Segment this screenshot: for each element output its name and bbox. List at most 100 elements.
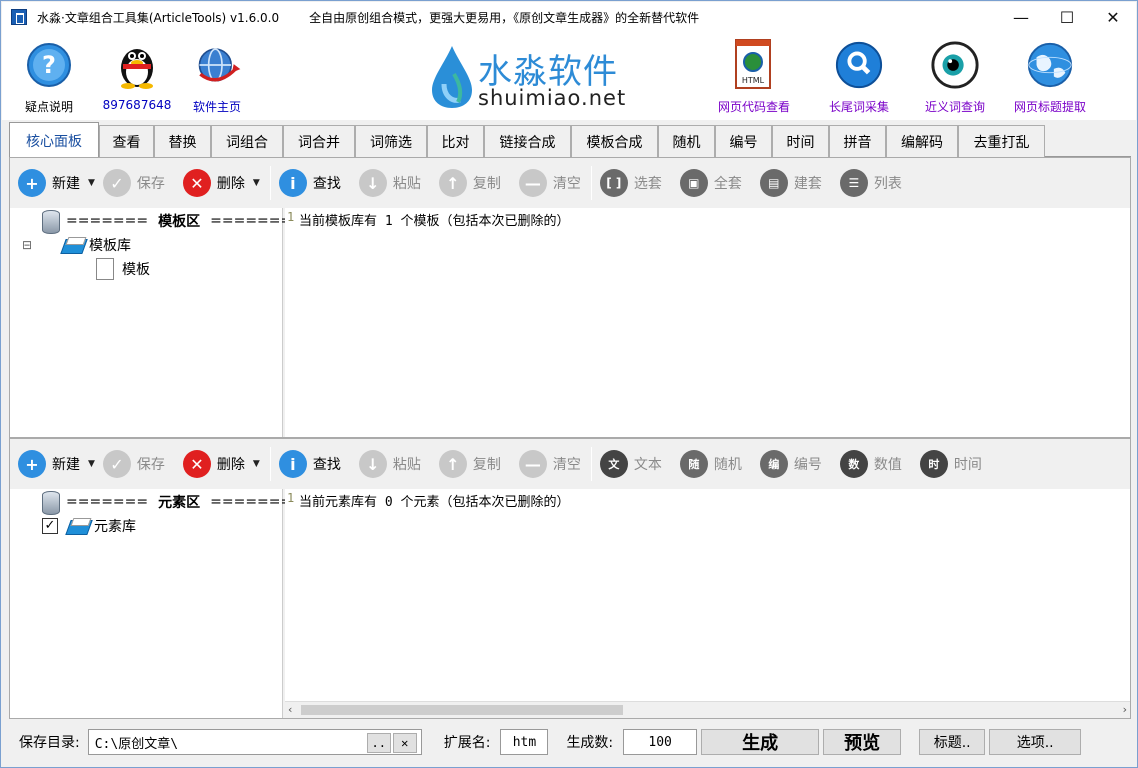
homepage-tool[interactable]: 软件主页 [172,38,262,115]
insert-number-button[interactable]: 编 编号 [759,448,822,480]
tab-word-combine[interactable]: 词组合 [211,125,283,157]
ext-label: 扩展名: [443,735,491,751]
element-library-checkbox[interactable]: ✓ [42,518,58,534]
generate-button[interactable]: 生成 [701,729,820,755]
insert-random-button[interactable]: 随 随机 [679,448,742,480]
tab-random[interactable]: 随机 [658,125,715,157]
arrow-up-icon: ↑ [438,450,467,478]
find-button[interactable]: i 查找 [278,167,341,199]
tab-view[interactable]: 查看 [99,125,154,157]
qq-penguin-icon [112,38,162,92]
count-input[interactable]: 100 [623,729,698,755]
longtail-tool[interactable]: 长尾词采集 [814,38,904,115]
select-set-button[interactable]: [ ] 选套 [599,167,662,199]
list-label: 列表 [873,176,902,192]
insert-value-button[interactable]: 数 数值 [839,448,902,480]
horizontal-scrollbar[interactable]: ‹ › [285,701,1130,718]
paste-button[interactable]: ↓ 粘贴 [358,448,421,480]
all-set-button[interactable]: ▣ 全套 [679,167,742,199]
tab-word-filter[interactable]: 词筛选 [355,125,427,157]
close-button[interactable]: ✕ [1090,2,1136,32]
template-editor[interactable]: 1 当前模板库有 1 个模板（包括本次已删除的） [285,208,1130,437]
tree-node-template[interactable]: 模板 [96,258,150,280]
random-icon: 随 [679,450,708,478]
new-template-button[interactable]: + 新建 ▼ [18,167,95,199]
build-set-icon: ▤ [759,169,788,197]
brand-logo: 水淼软件 shuimiao.net [430,42,630,112]
minimize-button[interactable]: — [998,2,1044,32]
info-icon: i [278,450,307,478]
help-tool[interactable]: ? 疑点说明 [4,38,94,115]
insert-time-button[interactable]: 时 时间 [919,448,982,480]
title-extract-tool[interactable]: 网页标题提取 [1005,38,1095,115]
save-element-button[interactable]: ✓ 保存 [102,448,165,480]
tab-link-synthesis[interactable]: 链接合成 [484,125,571,157]
header-toolbar: ? 疑点说明 897687648 软件主页 水淼软件 shuimiao.net [2,32,1136,120]
file-icon [96,258,114,280]
tab-compare[interactable]: 比对 [427,125,484,157]
tree-node-template-library[interactable]: ⊟ 模板库 [22,235,131,255]
clear-button[interactable]: — 清空 [518,167,581,199]
title-extract-label: 网页标题提取 [1013,100,1086,114]
synonym-tool[interactable]: 近义词查询 [910,38,1000,115]
chevron-down-icon[interactable]: ▼ [88,459,95,469]
delete-x-icon: ✕ [182,450,211,478]
template-library-label: 模板库 [89,238,131,254]
tab-time[interactable]: 时间 [772,125,829,157]
options-button[interactable]: 选项.. [989,729,1082,755]
chevron-down-icon[interactable]: ▼ [253,459,260,469]
text-label: 文本 [633,457,662,473]
tab-pinyin[interactable]: 拼音 [829,125,886,157]
list-button[interactable]: ☰ 列表 [839,167,902,199]
new-element-button[interactable]: + 新建 ▼ [18,448,95,480]
html-file-icon: HTML [729,38,779,92]
homepage-label: 软件主页 [192,100,241,114]
delete-label: 删除 [216,457,245,473]
chevron-down-icon[interactable]: ▼ [88,178,95,188]
water-drop-icon [432,46,472,108]
logo-en: shuimiao.net [478,86,627,110]
paste-button[interactable]: ↓ 粘贴 [358,167,421,199]
tab-replace[interactable]: 替换 [154,125,211,157]
save-template-button[interactable]: ✓ 保存 [102,167,165,199]
html-view-tool[interactable]: HTML 网页代码查看 [709,38,799,115]
collapse-icon[interactable]: ⊟ [22,239,32,251]
time-icon: 时 [919,450,948,478]
preview-button[interactable]: 预览 [823,729,902,755]
tab-dedupe-shuffle[interactable]: 去重打乱 [958,125,1045,157]
tab-core-panel[interactable]: 核心面板 [9,122,99,158]
clear-button[interactable]: — 清空 [518,448,581,480]
build-set-button[interactable]: ▤ 建套 [759,167,822,199]
delete-element-button[interactable]: ✕ 删除 ▼ [182,448,260,480]
copy-button[interactable]: ↑ 复制 [438,167,501,199]
scroll-left-icon[interactable]: ‹ [288,703,292,716]
save-dir-input[interactable]: C:\原创文章\ .. ✕ [87,729,422,755]
element-editor[interactable]: 1 当前元素库有 0 个元素（包括本次已删除的） ‹ › [285,489,1130,718]
tab-encode-decode[interactable]: 编解码 [886,125,958,157]
browse-button[interactable]: .. [366,733,391,753]
title-settings-button[interactable]: 标题.. [919,729,986,755]
ext-input[interactable]: htm [500,729,549,755]
line-number: 1 [287,210,295,224]
help-label: 疑点说明 [24,100,73,114]
chevron-down-icon[interactable]: ▼ [253,178,260,188]
qq-tool[interactable]: 897687648 [92,38,182,112]
tree-node-element-library[interactable]: ✓ 元素库 [42,516,136,536]
tab-word-merge[interactable]: 词合并 [283,125,355,157]
synonym-label: 近义词查询 [924,100,985,114]
copy-button[interactable]: ↑ 复制 [438,448,501,480]
clear-dir-icon[interactable]: ✕ [392,733,417,753]
find-button[interactable]: i 查找 [278,448,341,480]
scroll-thumb[interactable] [301,705,623,715]
copy-label: 复制 [472,176,501,192]
tab-template-synthesis[interactable]: 模板合成 [571,125,658,157]
count-label: 生成数: [566,735,614,751]
tab-number[interactable]: 编号 [715,125,772,157]
scroll-right-icon[interactable]: › [1123,703,1127,716]
line-number: 1 [287,491,295,505]
eye-icon [930,38,980,92]
insert-text-button[interactable]: 文 文本 [599,448,662,480]
minus-icon: — [518,169,547,197]
delete-template-button[interactable]: ✕ 删除 ▼ [182,167,260,199]
maximize-button[interactable]: ☐ [1044,2,1090,32]
